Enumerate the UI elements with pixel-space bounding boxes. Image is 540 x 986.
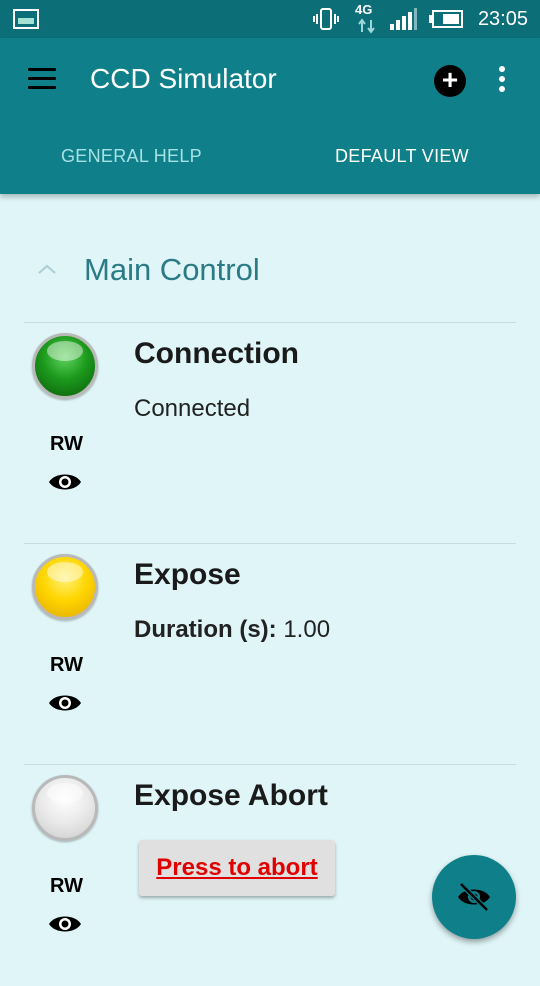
data-arrows-icon <box>358 18 375 34</box>
status-bar: 4G 23:05 <box>0 0 540 38</box>
section-title: Main Control <box>84 252 260 287</box>
eye-icon[interactable] <box>48 692 82 714</box>
vibrate-icon <box>313 8 339 30</box>
add-circle-icon[interactable]: + <box>434 65 466 97</box>
property-title: Connection <box>134 337 299 370</box>
property-row-expose: RW Expose Duration (s): 1.00 <box>24 543 516 765</box>
eye-icon[interactable] <box>48 471 82 493</box>
section-header[interactable]: Main Control <box>36 250 516 294</box>
permission-label: RW <box>50 433 83 455</box>
more-vert-icon[interactable] <box>498 66 506 96</box>
tab-default-view[interactable]: DEFAULT VIEW <box>335 146 469 167</box>
status-light-yellow <box>32 554 98 620</box>
permission-label: RW <box>50 654 83 676</box>
property-row-connection: RW Connection Connected <box>24 322 516 544</box>
clock: 23:05 <box>477 8 528 30</box>
eye-icon[interactable] <box>48 913 82 935</box>
eye-off-icon <box>458 882 490 912</box>
status-light-grey <box>32 775 98 841</box>
duration-value: 1.00 <box>283 616 331 643</box>
duration-field[interactable]: Duration (s): 1.00 <box>134 616 330 644</box>
signal-strength-icon <box>390 8 417 30</box>
toggle-visibility-fab[interactable] <box>432 855 516 939</box>
property-value: Connected <box>134 395 251 422</box>
gallery-notification-icon <box>13 9 39 29</box>
status-light-green <box>32 333 98 399</box>
network-type-label: 4G <box>355 2 373 17</box>
tab-general-help[interactable]: GENERAL HELP <box>61 146 202 167</box>
duration-label: Duration (s): <box>134 616 277 643</box>
permission-label: RW <box>50 875 83 897</box>
chevron-up-icon[interactable] <box>36 262 58 276</box>
app-bar: CCD Simulator + GENERAL HELP DEFAULT VIE… <box>0 38 540 194</box>
property-title: Expose Abort <box>134 779 328 812</box>
property-title: Expose <box>134 558 241 591</box>
abort-button[interactable]: Press to abort <box>139 840 335 896</box>
hamburger-icon[interactable] <box>28 68 56 90</box>
battery-icon <box>429 10 463 28</box>
app-title: CCD Simulator <box>90 63 277 94</box>
